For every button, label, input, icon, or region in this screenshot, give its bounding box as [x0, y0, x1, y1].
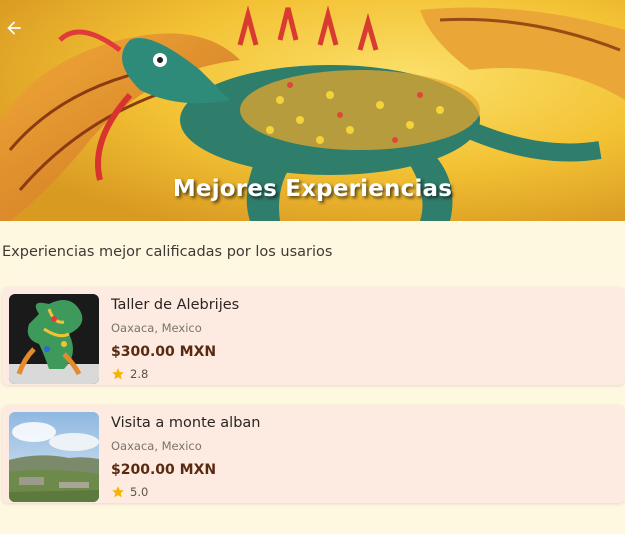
page-title: Mejores Experiencias: [172, 176, 453, 202]
experience-price: $200.00 MXN: [111, 462, 217, 478]
hero-banner: Mejores Experiencias: [0, 0, 625, 221]
experience-card[interactable]: Taller de Alebrijes Oaxaca, Mexico $300.…: [2, 287, 625, 385]
monte-alban-thumbnail: [9, 412, 99, 502]
rating-value: 2.8: [130, 367, 149, 381]
experience-rating: 5.0: [111, 485, 148, 499]
experience-location: Oaxaca, Mexico: [111, 439, 202, 453]
experience-location: Oaxaca, Mexico: [111, 321, 202, 335]
arrow-left-icon: [7, 21, 21, 35]
star-icon: [112, 368, 124, 380]
alebrije-thumbnail: [9, 294, 99, 384]
rating-value: 5.0: [130, 485, 149, 499]
experience-title: Taller de Alebrijes: [111, 297, 240, 313]
experience-card[interactable]: Visita a monte alban Oaxaca, Mexico $200…: [2, 405, 625, 503]
experience-price: $300.00 MXN: [111, 344, 217, 360]
experience-rating: 2.8: [111, 367, 148, 381]
experience-title: Visita a monte alban: [111, 415, 261, 431]
star-icon: [112, 486, 124, 498]
back-button[interactable]: [3, 17, 25, 39]
section-subtitle: Experiencias mejor calificadas por los u…: [2, 244, 333, 260]
